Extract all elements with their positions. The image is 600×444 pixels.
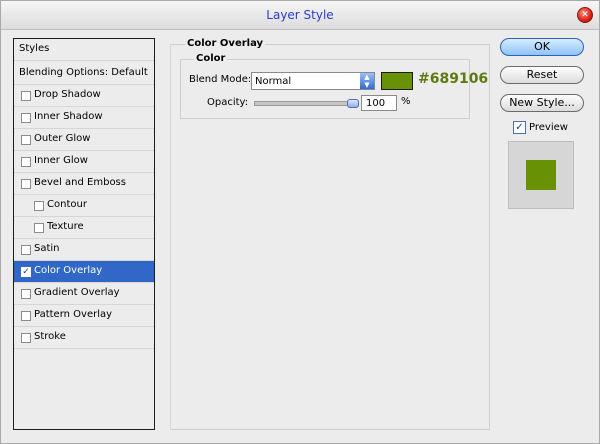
style-item-drop-shadow[interactable]: Drop Shadow	[14, 85, 154, 107]
style-item-label: Gradient Overlay	[34, 287, 120, 298]
opacity-slider[interactable]	[254, 101, 356, 106]
style-item-label: Contour	[47, 199, 87, 210]
checkbox[interactable]	[21, 289, 31, 299]
checkbox[interactable]	[21, 135, 31, 145]
color-group-title: Color	[194, 53, 228, 64]
blend-mode-label: Blend Mode:	[189, 74, 252, 85]
style-item-texture[interactable]: Texture	[14, 217, 154, 239]
style-item-label: Bevel and Emboss	[34, 177, 126, 188]
opacity-unit: %	[401, 96, 411, 107]
checkbox[interactable]	[34, 223, 44, 233]
style-item-label: Drop Shadow	[34, 89, 101, 100]
styles-header-label: Styles	[19, 43, 50, 54]
style-item-label: Texture	[47, 221, 84, 232]
style-item-label: Inner Shadow	[34, 111, 103, 122]
styles-header[interactable]: Styles	[14, 39, 154, 61]
opacity-label: Opacity:	[207, 97, 249, 108]
color-hex-label: #689106	[418, 71, 489, 87]
updown-arrow-icon: ▲ ▼	[360, 73, 374, 89]
blend-mode-value: Normal	[255, 76, 292, 87]
style-item-bevel-and-emboss[interactable]: Bevel and Emboss	[14, 173, 154, 195]
color-overlay-title: Color Overlay	[185, 38, 266, 49]
close-icon[interactable]: ✕	[577, 7, 593, 23]
style-item-gradient-overlay[interactable]: Gradient Overlay	[14, 283, 154, 305]
style-item-label: Color Overlay	[34, 265, 103, 276]
style-item-inner-shadow[interactable]: Inner Shadow	[14, 107, 154, 129]
blend-mode-select[interactable]: Normal ▲ ▼	[251, 72, 375, 90]
style-item-satin[interactable]: Satin	[14, 239, 154, 261]
ok-button[interactable]: OK	[500, 38, 584, 56]
checkbox[interactable]	[21, 157, 31, 167]
checkbox[interactable]: ✓	[21, 267, 31, 277]
style-item-contour[interactable]: Contour	[14, 195, 154, 217]
style-item-pattern-overlay[interactable]: Pattern Overlay	[14, 305, 154, 327]
preview-swatch	[526, 160, 556, 190]
style-item-label: Stroke	[34, 331, 66, 342]
title-bar[interactable]: Layer Style ✕	[1, 1, 599, 30]
opacity-input[interactable]: 100	[361, 95, 397, 111]
checkbox[interactable]	[34, 201, 44, 211]
style-item-label: Pattern Overlay	[34, 309, 113, 320]
checkbox[interactable]	[21, 91, 31, 101]
reset-button[interactable]: Reset	[500, 66, 584, 84]
preview-label: Preview	[529, 122, 568, 133]
checkbox[interactable]	[21, 179, 31, 189]
dialog-title: Layer Style	[266, 8, 334, 22]
style-item-outer-glow[interactable]: Outer Glow	[14, 129, 154, 151]
checkbox[interactable]	[21, 113, 31, 123]
checkbox[interactable]	[21, 311, 31, 321]
checkbox[interactable]	[21, 333, 31, 343]
style-item-stroke[interactable]: Stroke	[14, 327, 154, 349]
blending-options-item[interactable]: Blending Options: Default	[14, 61, 154, 85]
style-item-color-overlay[interactable]: ✓ Color Overlay	[14, 261, 154, 283]
blending-options-label: Blending Options: Default	[19, 67, 148, 78]
opacity-slider-thumb[interactable]	[347, 99, 359, 108]
style-item-inner-glow[interactable]: Inner Glow	[14, 151, 154, 173]
style-item-label: Satin	[34, 243, 60, 254]
style-item-label: Outer Glow	[34, 133, 91, 144]
overlay-color-swatch[interactable]	[381, 72, 413, 90]
styles-list: Styles Blending Options: Default Drop Sh…	[13, 38, 155, 430]
style-item-label: Inner Glow	[34, 155, 88, 166]
preview-checkbox[interactable]: ✓	[513, 121, 526, 134]
new-style-button[interactable]: New Style...	[500, 94, 584, 112]
checkbox[interactable]	[21, 245, 31, 255]
style-preview-thumbnail	[508, 141, 574, 209]
